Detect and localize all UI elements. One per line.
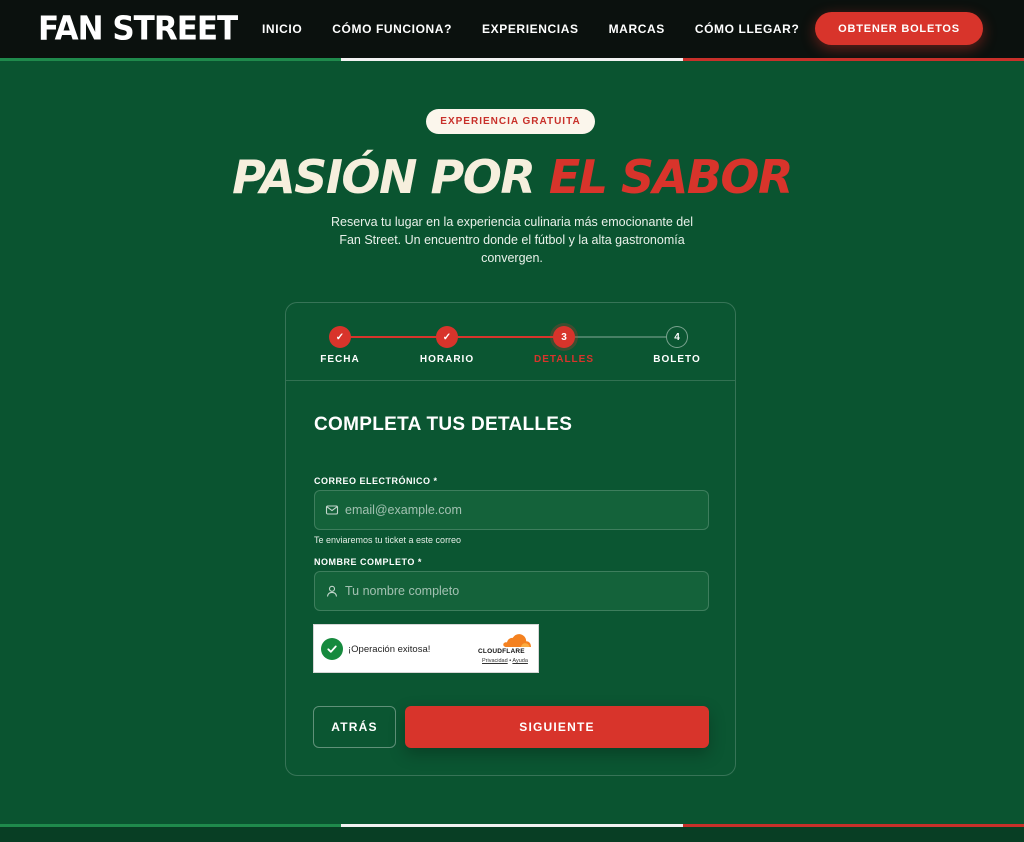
name-input[interactable]: [345, 572, 700, 610]
flag-divider-top: [0, 58, 1024, 61]
email-hint: Te enviaremos tu ticket a este correo: [314, 535, 462, 545]
name-label: NOMBRE COMPLETO *: [314, 557, 422, 567]
email-field-wrapper: [314, 490, 709, 530]
user-icon: [326, 585, 338, 597]
page-subtitle: Reserva tu lugar en la experiencia culin…: [330, 215, 693, 265]
flag-stripe-white: [341, 58, 683, 61]
booking-card: ✓ ✓ 3 4 FECHA HORARIO DETALLES BOLETO CO…: [285, 302, 736, 776]
site-header: FAN STREET INICIO CÓMO FUNCIONA? EXPERIE…: [0, 0, 1024, 58]
stepper-progress-remaining: [566, 336, 678, 338]
form-title: COMPLETA TUS DETALLES: [314, 414, 573, 435]
back-button[interactable]: ATRÁS: [313, 706, 396, 748]
nav-link-inicio[interactable]: INICIO: [262, 22, 302, 36]
step-1-check-icon: ✓: [329, 326, 351, 348]
page-title-part-1: PASIÓN POR: [232, 150, 536, 204]
step-label-horario: HORARIO: [419, 354, 475, 365]
cloudflare-turnstile-widget[interactable]: ¡Operación exitosa! CLOUDFLARE Privacida…: [313, 624, 539, 673]
links-separator: •: [509, 658, 512, 664]
turnstile-status: ¡Operación exitosa!: [348, 644, 431, 655]
nav-link-como-funciona[interactable]: CÓMO FUNCIONA?: [332, 22, 452, 36]
cloudflare-wordmark: CLOUDFLARE: [478, 648, 525, 655]
get-tickets-button[interactable]: OBTENER BOLETOS: [815, 12, 983, 45]
free-experience-badge: EXPERIENCIA GRATUITA: [426, 109, 595, 134]
mail-icon: [325, 505, 339, 515]
main-nav: INICIO CÓMO FUNCIONA? EXPERIENCIAS MARCA…: [262, 0, 829, 58]
cloudflare-brand: CLOUDFLARE Privacidad • Ayuda: [478, 633, 536, 667]
step-2-check-icon: ✓: [436, 326, 458, 348]
site-logo[interactable]: FAN STREET: [38, 10, 238, 48]
step-label-fecha: FECHA: [320, 354, 360, 365]
nav-link-marcas[interactable]: MARCAS: [609, 22, 665, 36]
page-title-part-2: EL SABOR: [548, 150, 794, 204]
step-label-boleto: BOLETO: [653, 354, 701, 365]
booking-stepper: ✓ ✓ 3 4 FECHA HORARIO DETALLES BOLETO: [286, 303, 735, 381]
check-icon: [321, 638, 343, 660]
footer-strip: [0, 827, 1024, 842]
flag-stripe-red: [682, 58, 1024, 61]
step-3-number: 3: [553, 326, 575, 348]
step-4-number: 4: [666, 326, 688, 348]
privacy-link[interactable]: Privacidad: [482, 658, 508, 664]
help-link[interactable]: Ayuda: [512, 658, 528, 664]
turnstile-links: Privacidad • Ayuda: [482, 658, 528, 664]
step-label-detalles: DETALLES: [533, 354, 595, 365]
name-field-wrapper: [314, 571, 709, 611]
flag-stripe-green: [0, 58, 342, 61]
nav-link-como-llegar[interactable]: CÓMO LLEGAR?: [695, 22, 800, 36]
next-button[interactable]: SIGUIENTE: [405, 706, 709, 748]
email-label: CORREO ELECTRÓNICO *: [314, 476, 438, 486]
cloudflare-cloud-icon: [503, 634, 531, 647]
nav-link-experiencias[interactable]: EXPERIENCIAS: [482, 22, 579, 36]
page-title: PASIÓN POR EL SABOR: [0, 150, 1024, 204]
email-input[interactable]: [345, 491, 700, 529]
